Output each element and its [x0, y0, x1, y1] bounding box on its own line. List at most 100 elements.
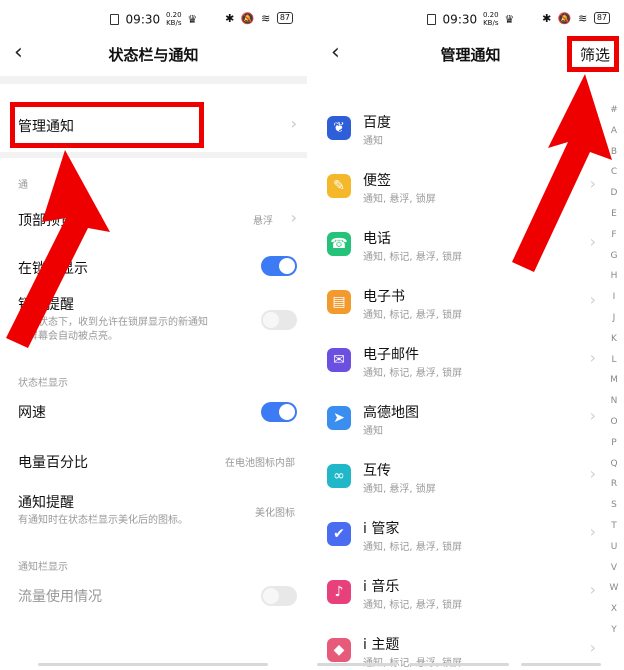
app-desc: 通知, 标记, 悬浮, 锁屏	[363, 600, 463, 611]
data-usage-label: 流量使用情况	[18, 589, 102, 605]
battery-percent-label: 电量百分比	[18, 455, 88, 471]
highlight-box-manage-notifications	[10, 102, 204, 148]
app-row[interactable]: ➤ 高德地图 通知 ›	[317, 398, 624, 456]
network-speed-label: 网速	[18, 405, 46, 421]
top-preview-style-value: 悬浮	[253, 216, 273, 227]
alphabet-index-letter[interactable]: D	[608, 183, 620, 204]
app-row[interactable]: ❦ 百度 通知	[317, 108, 624, 166]
battery-percent-row[interactable]: 电量百分比 在电池图标内部	[0, 440, 307, 484]
show-on-lockscreen-row: 在锁屏显示	[0, 246, 307, 286]
music-icon: ♪	[327, 580, 351, 604]
battery-icon: 87	[593, 12, 610, 24]
bluetooth-icon: ✱	[225, 11, 235, 25]
alphabet-index-letter[interactable]: U	[608, 537, 620, 558]
lockscreen-reminder-desc-2: 时屏幕会自动被点亮。	[18, 331, 118, 342]
amap-icon: ➤	[327, 406, 351, 430]
manager-icon: ✔	[327, 522, 351, 546]
notes-icon: ✎	[327, 174, 351, 198]
ebook-icon: ▤	[327, 290, 351, 314]
alphabet-index-letter[interactable]: F	[608, 225, 620, 246]
lockscreen-reminder-toggle[interactable]	[261, 310, 297, 330]
manage-notifications-panel: 09:30 0.20 KB/s ♛ ✱ 🔕 ≋ 87 ‹ 管理通知 筛选 ❦ 百度通…	[317, 0, 624, 670]
crown-icon: ♛	[187, 13, 198, 26]
alphabet-index-letter[interactable]: A	[608, 121, 620, 142]
alphabet-index-letter[interactable]: Q	[608, 454, 620, 475]
status-time: 09:30	[125, 12, 161, 27]
chevron-right-icon: ›	[589, 522, 596, 541]
notification-reminder-label: 通知提醒	[18, 495, 74, 511]
section-header-notifications: 通	[18, 180, 28, 191]
alphabet-index-letter[interactable]: W	[608, 578, 620, 599]
app-name: 高德地图	[363, 405, 419, 421]
app-row[interactable]: ✉ 电子邮件 通知, 标记, 悬浮, 锁屏 ›	[317, 340, 624, 398]
app-desc: 通知, 标记, 悬浮, 锁屏	[363, 310, 463, 321]
app-name: 百度	[363, 115, 391, 131]
home-indicator-left	[317, 663, 397, 666]
alphabet-index-letter[interactable]: L	[608, 350, 620, 371]
top-preview-style-label: 顶部预览样式	[18, 213, 102, 229]
alphabet-index-letter[interactable]: V	[608, 558, 620, 579]
alphabet-index-letter[interactable]: C	[608, 162, 620, 183]
app-row[interactable]: ∞ 互传 通知, 悬浮, 锁屏 ›	[317, 456, 624, 514]
network-speed-unit: KB/s	[483, 18, 499, 27]
alphabet-index-letter[interactable]: O	[608, 412, 620, 433]
wifi-icon: ≋	[261, 11, 271, 25]
alphabet-index-letter[interactable]: T	[608, 516, 620, 537]
alphabet-index-letter[interactable]: X	[608, 599, 620, 620]
mute-icon: 🔕	[557, 11, 572, 25]
app-desc: 通知, 标记, 悬浮, 锁屏	[363, 252, 463, 263]
bluetooth-icon: ✱	[542, 11, 552, 25]
app-name: i 管家	[363, 521, 400, 537]
notification-reminder-row[interactable]: 通知提醒 有通知时在状态栏显示美化后的图标。 美化图标	[0, 486, 307, 536]
section-header-notif-display: 通知栏显示	[18, 562, 68, 573]
alphabet-index-letter[interactable]: J	[608, 308, 620, 329]
alphabet-index-letter[interactable]: E	[608, 204, 620, 225]
status-notification-settings-panel: 09:30 0.20 KB/s ♛ ✱ 🔕 ≋ 87 ‹ 状态栏与通知 管理通知 …	[0, 0, 307, 670]
app-name: 电子书	[363, 289, 405, 305]
alphabet-index-letter[interactable]: P	[608, 433, 620, 454]
alphabet-index-letter[interactable]: R	[608, 474, 620, 495]
app-desc: 通知, 标记, 悬浮, 锁屏	[363, 542, 463, 553]
app-row[interactable]: ♪ i 音乐 通知, 标记, 悬浮, 锁屏 ›	[317, 572, 624, 630]
show-on-lockscreen-toggle[interactable]	[261, 256, 297, 276]
app-row[interactable]: ✔ i 管家通知, 标记, 悬浮, 锁屏 ›	[317, 514, 624, 572]
alphabet-index-letter[interactable]: K	[608, 329, 620, 350]
chevron-right-icon: ›	[589, 174, 596, 193]
top-preview-style-row[interactable]: 顶部预览样式 悬浮 ›	[0, 194, 307, 240]
share-icon: ∞	[327, 464, 351, 488]
alphabet-index[interactable]: # A B C D E F G H I J K L M N O P Q R S T U V W X Y	[608, 100, 620, 641]
alphabet-index-letter[interactable]: H	[608, 266, 620, 287]
status-bar: 09:30 0.20 KB/s ♛ ✱ 🔕 ≋ 87	[317, 0, 624, 40]
chevron-right-icon: ›	[589, 290, 596, 309]
alphabet-index-letter[interactable]: #	[608, 100, 620, 121]
alphabet-index-letter[interactable]: N	[608, 391, 620, 412]
alphabet-index-letter[interactable]: S	[608, 495, 620, 516]
notification-reminder-value: 美化图标	[255, 508, 295, 519]
app-row[interactable]: ☎ 电话 通知, 标记, 悬浮, 锁屏 ›	[317, 224, 624, 282]
app-row[interactable]: ▤ 电子书通知, 标记, 悬浮, 锁屏 ›	[317, 282, 624, 340]
network-speed-toggle[interactable]	[261, 402, 297, 422]
chevron-right-icon: ›	[589, 232, 596, 251]
app-name: i 主题	[363, 637, 400, 653]
email-icon: ✉	[327, 348, 351, 372]
alphabet-index-letter[interactable]: G	[608, 246, 620, 267]
status-bar: 09:30 0.20 KB/s ♛ ✱ 🔕 ≋ 87	[0, 0, 307, 40]
crown-icon: ♛	[504, 13, 515, 26]
data-usage-toggle[interactable]	[261, 586, 297, 606]
phone-icon: ☎	[327, 232, 351, 256]
app-name: i 音乐	[363, 579, 400, 595]
highlight-box-filter	[567, 36, 619, 72]
app-desc: 通知	[363, 426, 383, 437]
home-indicator	[409, 663, 509, 666]
chevron-right-icon: ›	[589, 464, 596, 483]
app-name: 便签	[363, 173, 391, 189]
app-row[interactable]: ✎ 便签 通知, 悬浮, 锁屏 ›	[317, 166, 624, 224]
alphabet-index-letter[interactable]: Y	[608, 620, 620, 641]
alphabet-index-letter[interactable]: M	[608, 370, 620, 391]
wifi-icon: ≋	[578, 11, 588, 25]
alphabet-index-letter[interactable]: B	[608, 142, 620, 163]
app-desc: 通知, 悬浮, 锁屏	[363, 484, 436, 495]
theme-icon: ◆	[327, 638, 351, 662]
app-desc: 通知, 标记, 悬浮, 锁屏	[363, 368, 463, 379]
alphabet-index-letter[interactable]: I	[608, 287, 620, 308]
